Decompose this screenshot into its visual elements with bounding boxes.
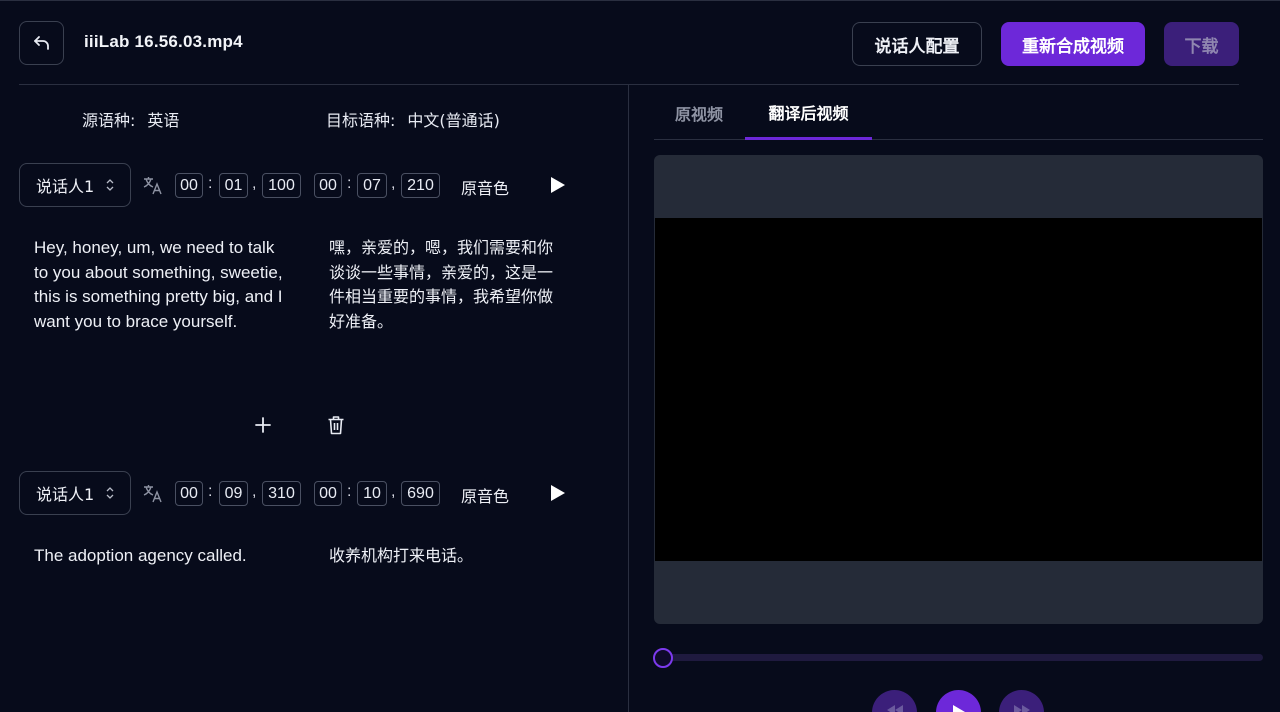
tab-translated-video[interactable]: 翻译后视频 (745, 86, 872, 140)
play-icon[interactable] (550, 176, 566, 194)
time-separator: : (347, 483, 352, 500)
file-name: iiiLab 16.56.03.mp4 (84, 32, 243, 51)
speaker-select-value: 说话人1 (36, 177, 95, 196)
source-language-value: 英语 (147, 111, 180, 130)
panel-divider (628, 85, 629, 712)
play-button[interactable] (936, 690, 981, 712)
start-hour-field[interactable]: 00 (175, 481, 203, 506)
play-icon[interactable] (550, 484, 566, 502)
time-separator: , (391, 175, 396, 192)
translate-icon[interactable] (143, 175, 163, 195)
start-ms-field[interactable]: 310 (262, 481, 301, 506)
resynthesize-video-button[interactable]: 重新合成视频 (1001, 22, 1145, 66)
target-language: 目标语种: 中文(普通话) (326, 107, 500, 131)
target-text[interactable]: 收养机构打来电话。 (329, 544, 564, 569)
target-text[interactable]: 嘿，亲爱的，嗯，我们需要和你谈谈一些事情，亲爱的，这是一件相当重要的事情，我希望… (329, 236, 564, 334)
source-language-label: 源语种: (82, 111, 136, 130)
time-separator: : (347, 175, 352, 192)
rewind-icon (886, 705, 903, 712)
progress-thumb[interactable] (653, 648, 673, 668)
speaker-select[interactable]: 说话人1 (19, 471, 131, 515)
back-button[interactable] (19, 21, 64, 65)
source-language: 源语种: 英语 (82, 107, 179, 131)
target-language-value: 中文(普通话) (407, 111, 500, 130)
video-canvas[interactable] (655, 218, 1262, 561)
back-arrow-icon (33, 36, 49, 50)
end-hour-field[interactable]: 00 (314, 481, 342, 506)
segment-controls: 说话人1 00 : 09 , 310 00 : 10 , 690 原音色 (19, 471, 579, 515)
end-minute-field[interactable]: 07 (357, 173, 387, 198)
speaker-config-button[interactable]: 说话人配置 (852, 22, 982, 66)
start-minute-field[interactable]: 01 (219, 173, 248, 198)
trash-icon[interactable] (327, 415, 345, 435)
time-separator: , (252, 483, 257, 500)
speaker-select[interactable]: 说话人1 (19, 163, 131, 207)
progress-track[interactable] (662, 654, 1263, 661)
source-text[interactable]: Hey, honey, um, we need to talk to you a… (34, 236, 284, 334)
speaker-select-value: 说话人1 (36, 485, 95, 504)
rewind-button[interactable] (872, 690, 917, 712)
end-ms-field[interactable]: 690 (401, 481, 440, 506)
plus-icon[interactable] (254, 416, 272, 434)
header-divider (19, 84, 1239, 85)
start-hour-field[interactable]: 00 (175, 173, 203, 198)
start-ms-field[interactable]: 100 (262, 173, 301, 198)
segment-controls: 说话人1 00 : 01 , 100 00 : 07 , 210 原音色 (19, 163, 579, 207)
time-separator: : (208, 175, 213, 192)
end-minute-field[interactable]: 10 (357, 481, 387, 506)
time-separator: , (391, 483, 396, 500)
target-language-label: 目标语种: (326, 111, 396, 130)
video-tabs: 原视频 翻译后视频 (654, 86, 1263, 140)
top-bar: iiiLab 16.56.03.mp4 说话人配置 重新合成视频 下载 (0, 0, 1280, 86)
tab-original-video[interactable]: 原视频 (654, 86, 744, 140)
time-separator: : (208, 483, 213, 500)
end-hour-field[interactable]: 00 (314, 173, 342, 198)
fast-forward-button[interactable] (999, 690, 1044, 712)
start-minute-field[interactable]: 09 (219, 481, 248, 506)
voice-select[interactable]: 原音色 (461, 175, 509, 199)
source-text[interactable]: The adoption agency called. (34, 544, 284, 569)
fast-forward-icon (1013, 705, 1030, 712)
translate-icon[interactable] (143, 483, 163, 503)
end-ms-field[interactable]: 210 (401, 173, 440, 198)
chevron-updown-icon (106, 179, 114, 191)
chevron-updown-icon (106, 487, 114, 499)
play-icon (952, 705, 965, 712)
download-button[interactable]: 下载 (1164, 22, 1239, 66)
voice-select[interactable]: 原音色 (461, 483, 509, 507)
time-separator: , (252, 175, 257, 192)
